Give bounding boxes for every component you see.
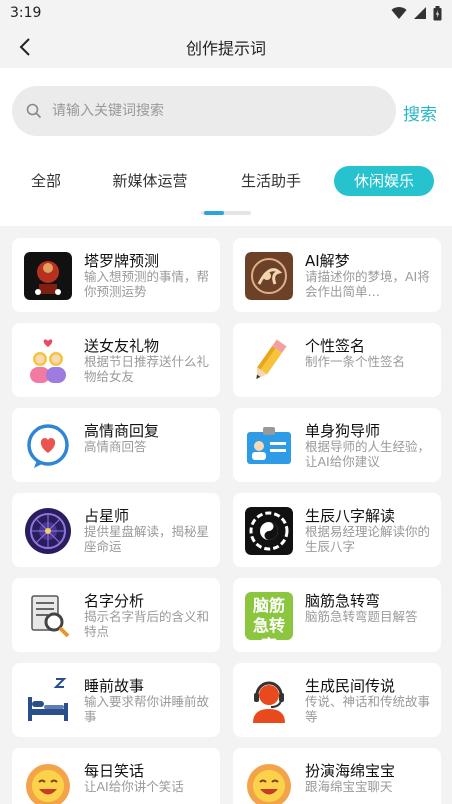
card-high-eq-reply[interactable]: 高情商回复 高情商回答 <box>12 408 220 482</box>
card-dream[interactable]: AI解梦 请描述你的梦境，AI将会作出简单… <box>233 238 441 312</box>
card-description: 根据节日推荐送什么礼物给女友 <box>84 354 210 384</box>
card-folklore[interactable]: 生成民间传说 传说、神话和传统故事等 <box>233 663 441 737</box>
card-title: 每日笑话 <box>84 762 145 780</box>
brain-teaser-icon: 脑筋急转弯 <box>245 592 293 640</box>
card-description: 输入要求帮你讲睡前故事 <box>84 694 210 724</box>
tab-leisure[interactable]: 休闲娱乐 <box>334 166 434 196</box>
card-bazi[interactable]: 生辰八字解读 根据易经理论解读你的生辰八字 <box>233 493 441 567</box>
card-title: 塔罗牌预测 <box>84 252 160 270</box>
card-description: 让AI给你讲个笑话 <box>84 779 184 794</box>
page-title: 创作提示词 <box>185 39 266 58</box>
card-description: 根据易经理论解读你的生辰八字 <box>305 524 431 554</box>
category-tabs: 全部 新媒体运营 生活助手 休闲娱乐 <box>0 166 452 198</box>
card-description: 揭示名字背后的含义和特点 <box>84 609 210 639</box>
app-header: 创作提示词 <box>0 26 452 68</box>
tab-all[interactable]: 全部 <box>22 166 70 196</box>
bagua-icon <box>245 507 293 555</box>
bed-icon <box>24 677 72 725</box>
tab-life-assistant[interactable]: 生活助手 <box>232 166 310 196</box>
back-button[interactable] <box>10 32 40 62</box>
battery-icon <box>433 5 442 20</box>
signal-icon <box>414 7 426 19</box>
card-description: 提供星盘解读，揭秘星座命运 <box>84 524 210 554</box>
card-title: 生成民间传说 <box>305 677 396 695</box>
search-and-tabs-panel: 搜索 全部 新媒体运营 生活助手 休闲娱乐 <box>0 68 452 226</box>
card-description: 根据导师的人生经验，让AI给你建议 <box>305 439 431 469</box>
card-spongebob[interactable]: 扮演海绵宝宝 跟海绵宝宝聊天 <box>233 748 441 804</box>
search-input[interactable] <box>52 103 352 119</box>
gift-couple-icon <box>24 337 72 385</box>
laughing-sun-icon <box>24 762 72 804</box>
card-bedtime-story[interactable]: 睡前故事 输入要求帮你讲睡前故事 <box>12 663 220 737</box>
status-icons <box>391 5 442 21</box>
card-title: AI解梦 <box>305 252 350 270</box>
card-title: 个性签名 <box>305 337 366 355</box>
card-name-analysis[interactable]: 名字分析 揭示名字背后的含义和特点 <box>12 578 220 652</box>
sponge-sun-icon <box>245 762 293 804</box>
headset-person-icon <box>245 677 293 725</box>
dream-icon <box>245 252 293 300</box>
search-icon <box>26 103 42 119</box>
card-description: 传说、神话和传统故事等 <box>305 694 431 724</box>
card-title: 单身狗导师 <box>305 422 381 440</box>
card-description: 请描述你的梦境，AI将会作出简单… <box>305 269 430 299</box>
card-title: 脑筋急转弯 <box>305 592 381 610</box>
status-time: 3:19 <box>10 5 42 21</box>
card-single-mentor[interactable]: 单身狗导师 根据导师的人生经验，让AI给你建议 <box>233 408 441 482</box>
card-daily-joke[interactable]: 每日笑话 让AI给你讲个笑话 <box>12 748 220 804</box>
wifi-icon <box>391 7 407 20</box>
card-astrologer[interactable]: 占星师 提供星盘解读，揭秘星座命运 <box>12 493 220 567</box>
search-button[interactable]: 搜索 <box>403 100 437 125</box>
tab-scroll-indicator-fill <box>204 211 224 215</box>
card-description: 脑筋急转弯题目解答 <box>305 609 418 624</box>
card-title: 扮演海绵宝宝 <box>305 762 396 780</box>
card-description: 输入想预测的事情，帮你预测运势 <box>84 269 210 299</box>
zodiac-icon <box>24 507 72 555</box>
document-search-icon <box>24 592 72 640</box>
pencil-icon <box>245 337 293 385</box>
card-description: 高情商回答 <box>84 439 147 454</box>
tab-scroll-indicator <box>201 211 251 215</box>
card-title: 送女友礼物 <box>84 337 160 355</box>
card-title: 睡前故事 <box>84 677 145 695</box>
card-title: 生辰八字解读 <box>305 507 396 525</box>
tab-new-media[interactable]: 新媒体运营 <box>104 166 196 196</box>
card-brain-teaser[interactable]: 脑筋急转弯 脑筋急转弯 脑筋急转弯题目解答 <box>233 578 441 652</box>
card-description: 制作一条个性签名 <box>305 354 406 369</box>
id-card-icon <box>245 422 293 470</box>
card-title: 名字分析 <box>84 592 145 610</box>
card-title: 高情商回复 <box>84 422 160 440</box>
card-title: 占星师 <box>84 507 130 525</box>
search-box[interactable] <box>12 86 396 136</box>
card-signature[interactable]: 个性签名 制作一条个性签名 <box>233 323 441 397</box>
heart-chat-icon <box>24 422 72 470</box>
brain-teaser-icon-text: 脑筋急转弯 <box>252 596 285 640</box>
tarot-icon <box>24 252 72 300</box>
card-tarot[interactable]: 塔罗牌预测 输入想预测的事情，帮你预测运势 <box>12 238 220 312</box>
card-description: 跟海绵宝宝聊天 <box>305 779 393 794</box>
status-bar: 3:19 <box>0 0 452 26</box>
card-gift[interactable]: 送女友礼物 根据节日推荐送什么礼物给女友 <box>12 323 220 397</box>
chevron-left-icon <box>19 38 30 56</box>
